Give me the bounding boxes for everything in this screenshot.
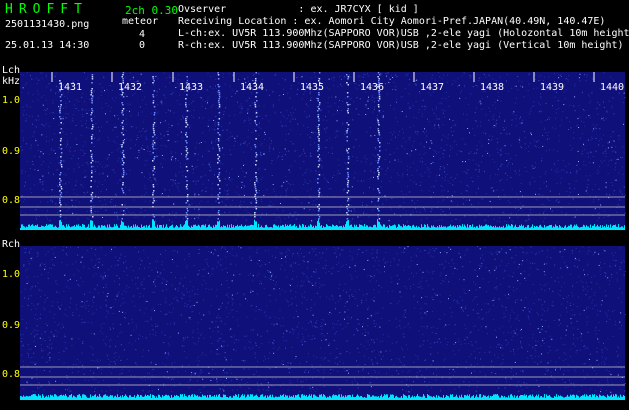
time-label: 1436 [360, 82, 384, 93]
time-label: 1434 [240, 82, 264, 93]
rch-spectrogram [20, 246, 626, 400]
time-label: 1437 [420, 82, 444, 93]
time-label: 1431 [58, 82, 82, 93]
lch-spectrogram [20, 72, 626, 230]
time-label: 1433 [179, 82, 203, 93]
time-label: 1438 [480, 82, 504, 93]
time-label: 1432 [118, 82, 142, 93]
spectrogram-panels: 1431 1432 1433 1434 1435 1436 1437 1438 1439 1440 [20, 72, 626, 400]
time-label: 1440 [600, 82, 624, 93]
lch-background [20, 72, 625, 230]
time-label: 1439 [540, 82, 564, 93]
time-label: 1435 [300, 82, 324, 93]
